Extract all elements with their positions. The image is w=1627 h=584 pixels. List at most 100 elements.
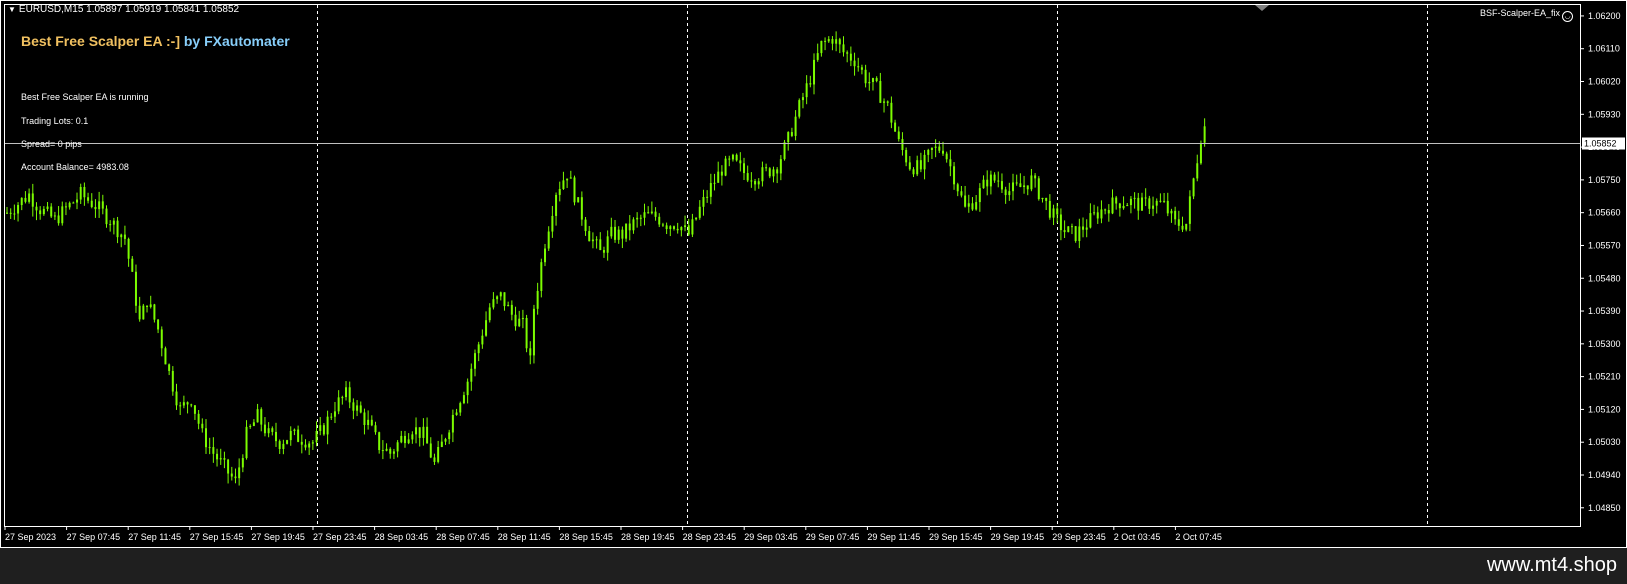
candle-body xyxy=(853,60,856,67)
candle-body xyxy=(805,83,808,98)
candle-body xyxy=(197,413,200,424)
candle-body xyxy=(234,476,237,479)
candle-body xyxy=(706,196,709,198)
candle-body xyxy=(883,101,886,103)
candle-body xyxy=(1096,212,1099,219)
candle-body xyxy=(418,427,421,438)
candle-body xyxy=(123,234,126,239)
candle-body xyxy=(263,424,266,434)
candle-body xyxy=(64,206,67,208)
candle-body xyxy=(42,208,45,215)
candle-body xyxy=(610,226,613,237)
time-tick-label: 28 Sep 07:45 xyxy=(436,532,490,542)
chart-shift-marker-icon[interactable] xyxy=(1255,5,1269,11)
candle-body xyxy=(908,162,911,170)
candle-body xyxy=(772,169,775,177)
candle-body xyxy=(451,414,454,433)
candle-body xyxy=(392,451,395,454)
candle-body xyxy=(1019,183,1022,188)
candle-body xyxy=(300,441,303,445)
candle-body xyxy=(569,177,572,179)
candle-body xyxy=(477,344,480,354)
candle-body xyxy=(525,317,528,349)
candle-body xyxy=(776,169,779,174)
price-tick-label: 1.06110 xyxy=(1588,44,1620,54)
candle-body xyxy=(1196,163,1199,179)
candle-body xyxy=(138,305,141,320)
candle-body xyxy=(407,439,410,444)
time-axis[interactable]: 27 Sep 2023 27 Sep 07:45 27 Sep 11:45 27 Se… xyxy=(4,526,1222,542)
time-tick-label: 28 Sep 03:45 xyxy=(375,532,429,542)
candle-body xyxy=(385,448,388,451)
candle-body xyxy=(164,348,167,365)
candle-body xyxy=(809,83,812,85)
candle-body xyxy=(989,174,992,187)
time-tick-label: 29 Sep 11:45 xyxy=(867,532,920,542)
candle-body xyxy=(1030,175,1033,190)
candle-body xyxy=(930,147,933,150)
chart-window[interactable]: 1.062001.061101.060201.059301.058401.057… xyxy=(0,0,1627,548)
candle-body xyxy=(540,262,543,291)
candle-body xyxy=(871,78,874,83)
candle-body xyxy=(1000,181,1003,190)
candle-body xyxy=(573,177,576,203)
candle-body xyxy=(1100,209,1103,219)
price-tick-label: 1.05210 xyxy=(1588,372,1621,382)
candle-body xyxy=(496,296,499,300)
candle-body xyxy=(982,179,985,189)
candle-body xyxy=(337,397,340,412)
candle-body xyxy=(676,228,679,231)
time-tick-label: 27 Sep 2023 xyxy=(5,532,56,542)
candle-body xyxy=(17,205,20,214)
candle-body xyxy=(897,131,900,140)
price-chart[interactable]: 1.062001.061101.060201.059301.058401.057… xyxy=(0,0,1627,548)
candle-body xyxy=(319,425,322,432)
candle-body xyxy=(53,215,56,217)
candle-body xyxy=(31,193,34,207)
candle-body xyxy=(647,212,650,214)
candle-body xyxy=(886,101,889,103)
time-tick-label: 2 Oct 07:45 xyxy=(1175,532,1222,542)
candle-body xyxy=(997,180,1000,182)
expert-advisor-name: BSF-Scalper-EA_fix xyxy=(1480,8,1561,18)
candle-body xyxy=(507,304,510,307)
price-axis[interactable]: 1.062001.061101.060201.059301.058401.057… xyxy=(1580,11,1621,513)
candle-body xyxy=(698,206,701,218)
candle-body xyxy=(813,59,816,85)
candle-body xyxy=(112,220,115,225)
candle-body xyxy=(783,142,786,160)
candle-body xyxy=(761,167,764,182)
candle-body xyxy=(967,203,970,207)
candle-body xyxy=(614,226,617,240)
candle-body xyxy=(846,52,849,54)
price-tick-label: 1.05300 xyxy=(1588,339,1621,349)
candle-body xyxy=(160,329,163,349)
candle-body xyxy=(728,158,731,160)
candle-body xyxy=(1078,226,1081,242)
time-tick-label: 29 Sep 19:45 xyxy=(991,532,1045,542)
candle-body xyxy=(378,432,381,451)
candle-body xyxy=(687,225,690,235)
candle-body xyxy=(510,304,513,315)
candle-body xyxy=(669,226,672,230)
candle-body xyxy=(754,181,757,185)
collapse-triangle-icon[interactable]: ▼ xyxy=(8,5,16,14)
candle-body xyxy=(367,419,370,426)
candle-body xyxy=(131,258,134,272)
price-tick-label: 1.05660 xyxy=(1588,208,1621,218)
account-balance-text: Account Balance= 4983.08 xyxy=(21,162,129,172)
candle-body xyxy=(289,430,292,441)
candle-body xyxy=(127,238,130,259)
time-tick-label: 29 Sep 03:45 xyxy=(744,532,798,542)
candle-body xyxy=(680,227,683,231)
candle-body xyxy=(746,173,749,181)
candle-body xyxy=(448,432,451,440)
candle-body xyxy=(1067,226,1070,233)
candle-body xyxy=(1015,182,1018,184)
candle-body xyxy=(271,428,274,432)
candle-body xyxy=(503,292,506,307)
candle-body xyxy=(1148,198,1151,209)
expert-advisor-label[interactable]: BSF-Scalper-EA_fix ◡ xyxy=(1480,8,1574,22)
candle-body xyxy=(1037,178,1040,200)
candle-body xyxy=(249,425,252,427)
